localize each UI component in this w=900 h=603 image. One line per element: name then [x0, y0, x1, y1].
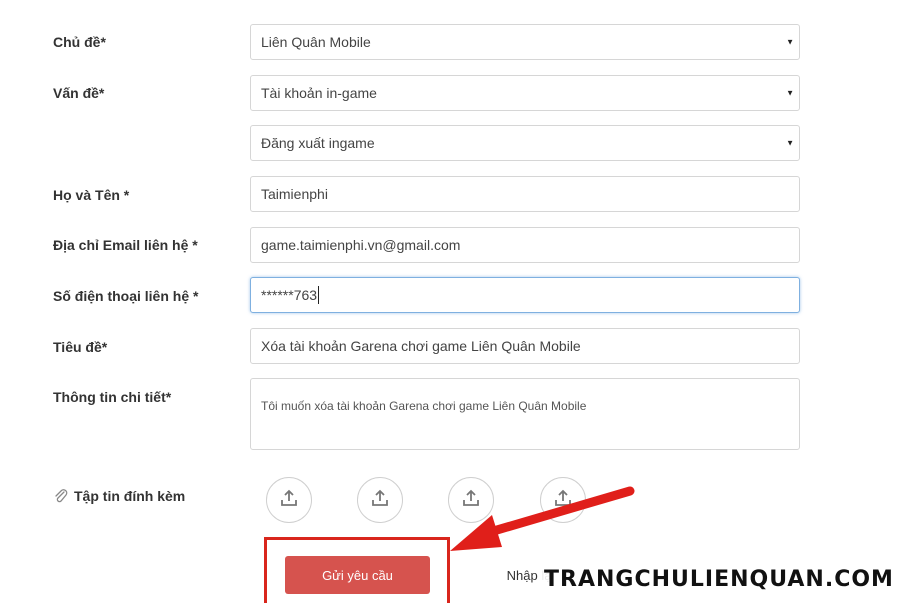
attachment-label: Tập tin đính kèm [74, 488, 186, 504]
text-cursor [318, 286, 320, 304]
detail-label: Thông tin chi tiết* [53, 389, 172, 405]
detail-textarea[interactable]: Tôi muốn xóa tài khoản Garena chơi game … [250, 378, 800, 450]
issue-label: Vấn đề* [53, 85, 105, 101]
topic-label: Chủ đề* [53, 34, 106, 50]
name-input[interactable]: Taimienphi [250, 176, 800, 212]
upload-icon [370, 488, 390, 513]
attachment-label-row: Tập tin đính kèm [53, 488, 185, 504]
name-label: Họ và Tên * [53, 187, 130, 203]
dropdown-caret-icon: ▼ [786, 88, 794, 98]
email-label: Địa chỉ Email liên hệ * [53, 237, 198, 253]
dropdown-caret-icon: ▼ [786, 138, 794, 148]
topic-select[interactable]: Liên Quân Mobile ▼ [250, 24, 800, 60]
issue-select-value: Tài khoản in-game [261, 85, 377, 101]
paperclip-icon [53, 488, 69, 504]
email-input-value: game.taimienphi.vn@gmail.com [261, 237, 461, 253]
subject-label: Tiêu đề* [53, 339, 108, 355]
red-arrow-icon [450, 486, 635, 551]
subject-input-value: Xóa tài khoản Garena chơi game Liên Quân… [261, 338, 581, 354]
email-input[interactable]: game.taimienphi.vn@gmail.com [250, 227, 800, 263]
detail-textarea-value: Tôi muốn xóa tài khoản Garena chơi game … [261, 399, 587, 413]
topic-select-value: Liên Quân Mobile [261, 34, 371, 50]
subissue-select[interactable]: Đăng xuất ingame ▼ [250, 125, 800, 161]
name-input-value: Taimienphi [261, 186, 328, 202]
subissue-select-value: Đăng xuất ingame [261, 135, 375, 151]
submit-button[interactable]: Gửi yêu cầu [285, 556, 430, 594]
watermark: TRANGCHULIENQUAN.COM [540, 565, 898, 594]
dropdown-caret-icon: ▼ [786, 37, 794, 47]
upload-button-2[interactable] [357, 477, 403, 523]
subject-input[interactable]: Xóa tài khoản Garena chơi game Liên Quân… [250, 328, 800, 364]
issue-select[interactable]: Tài khoản in-game ▼ [250, 75, 800, 111]
upload-icon [279, 488, 299, 513]
phone-input[interactable]: ******763 [250, 277, 800, 313]
phone-label: Số điện thoại liên hệ * [53, 288, 199, 304]
phone-input-value: ******763 [261, 287, 318, 303]
upload-button-1[interactable] [266, 477, 312, 523]
